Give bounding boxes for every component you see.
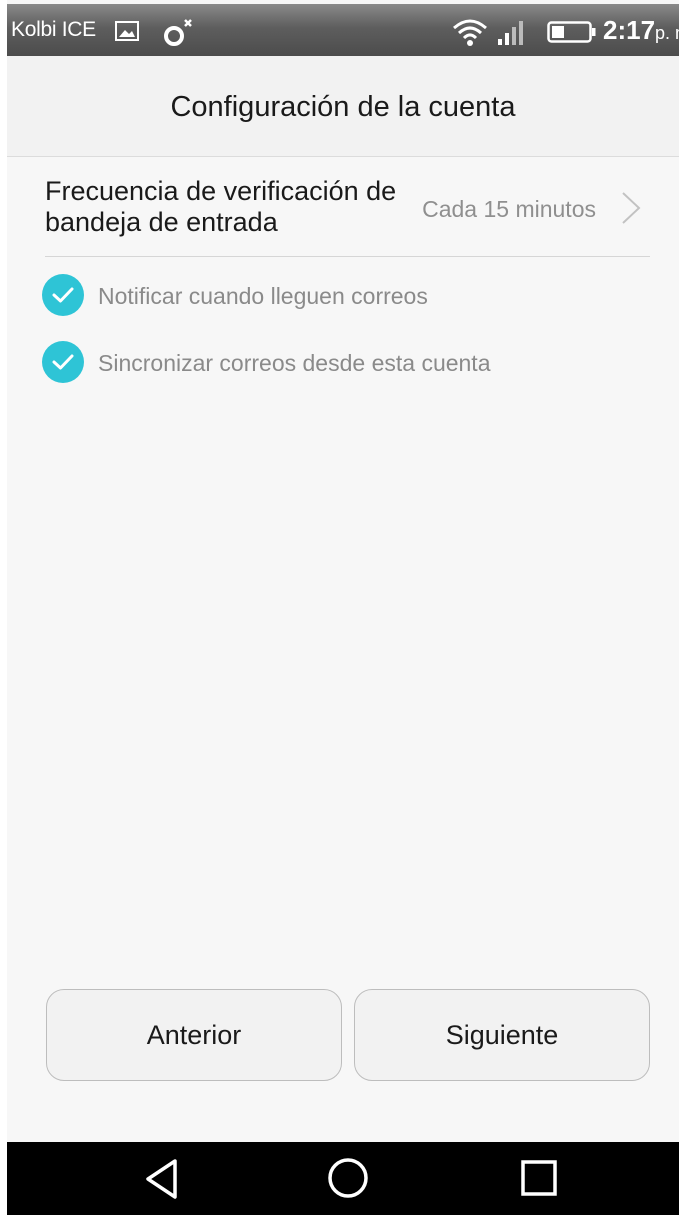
check-frequency-value: Cada 15 minutos — [422, 196, 596, 222]
sync-mail-row[interactable]: Sincronizar correos desde esta cuenta — [42, 341, 642, 385]
status-bar: Kolbi ICE 2:17p. m — [7, 4, 682, 56]
notify-new-mail-row[interactable]: Notificar cuando lleguen correos — [42, 274, 642, 318]
clock-ampm: p. m — [655, 23, 682, 43]
gallery-icon — [115, 21, 139, 41]
sync-mail-checkbox[interactable] — [42, 341, 84, 383]
checkmark-icon — [52, 354, 74, 370]
wifi-icon — [453, 19, 487, 46]
recent-apps-icon[interactable] — [519, 1158, 559, 1198]
check-frequency-setting[interactable]: Frecuencia de verificación de bandeja de… — [45, 157, 650, 257]
title-bar: Configuración de la cuenta — [7, 56, 679, 157]
screen-edge — [0, 0, 7, 1215]
back-icon[interactable] — [142, 1157, 182, 1201]
navigation-bar — [7, 1142, 679, 1215]
checkmark-icon — [52, 287, 74, 303]
clock-time: 2:17 — [603, 15, 656, 45]
notify-new-mail-label: Notificar cuando lleguen correos — [98, 283, 428, 309]
battery-icon — [547, 21, 596, 43]
carrier-name: Kolbi ICE — [11, 18, 96, 41]
page-title: Configuración de la cuenta — [170, 91, 516, 123]
vpn-icon — [164, 19, 192, 46]
previous-button[interactable]: Anterior — [46, 989, 342, 1081]
notify-new-mail-checkbox[interactable] — [42, 274, 84, 316]
check-frequency-label: Frecuencia de verificación de bandeja de… — [45, 176, 397, 237]
next-button[interactable]: Siguiente — [354, 989, 650, 1081]
sync-mail-label: Sincronizar correos desde esta cuenta — [98, 350, 491, 376]
home-icon[interactable] — [325, 1155, 371, 1201]
clock: 2:17p. m — [603, 15, 682, 48]
screen: Kolbi ICE 2:17p. m Configur — [0, 0, 682, 1215]
signal-icon — [498, 21, 523, 45]
chevron-right-icon — [622, 192, 641, 224]
